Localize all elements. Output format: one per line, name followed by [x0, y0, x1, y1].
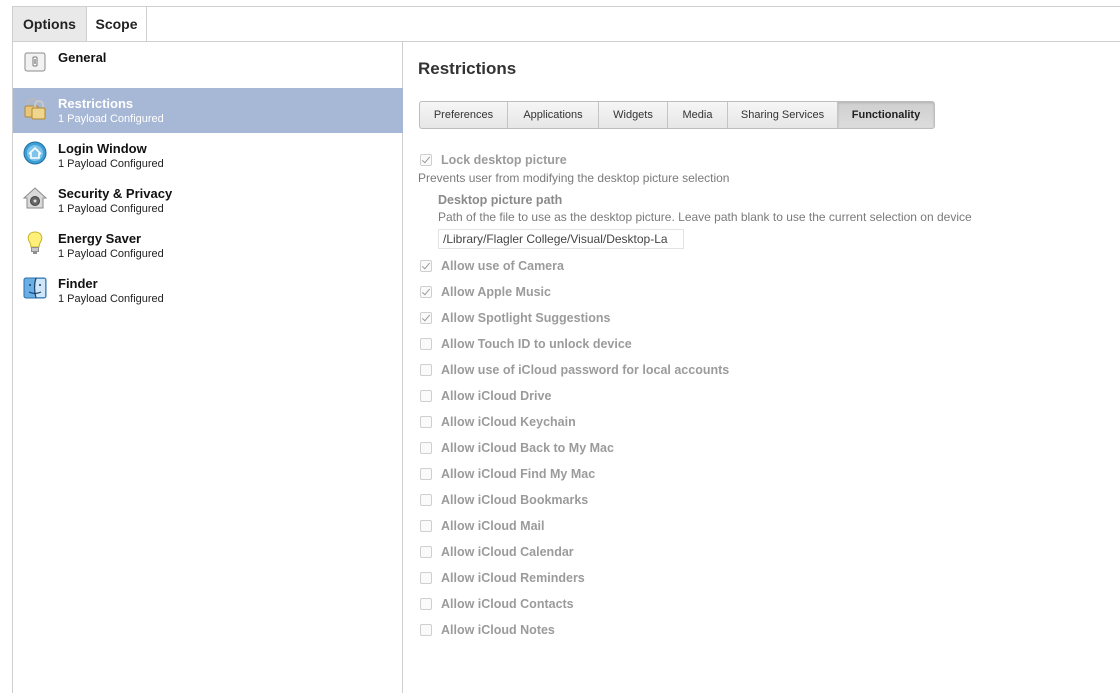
lock-desktop-picture-checkbox[interactable] [420, 154, 432, 166]
option-row: Allow iCloud Keychain [420, 413, 576, 431]
tab-applications[interactable]: Applications [508, 102, 599, 128]
restriction-tabs: Preferences Applications Widgets Media S… [419, 101, 935, 129]
option-checkbox[interactable] [420, 546, 432, 558]
sidebar-item-title: Restrictions [58, 96, 134, 111]
sidebar-item-finder[interactable]: Finder 1 Payload Configured [13, 268, 403, 313]
option-checkbox[interactable] [420, 286, 432, 298]
option-row: Allow Touch ID to unlock device [420, 335, 632, 353]
option-checkbox[interactable] [420, 416, 432, 428]
checkbox-label: Allow iCloud Drive [441, 389, 552, 403]
sidebar-item-title: Security & Privacy [58, 186, 173, 201]
option-row: Allow iCloud Notes [420, 621, 555, 639]
top-tab-bar: Options Scope [12, 6, 1120, 42]
option-row: Allow iCloud Mail [420, 517, 544, 535]
option-checkbox[interactable] [420, 598, 432, 610]
tab-scope[interactable]: Scope [87, 7, 147, 41]
sidebar-item-title: General [58, 50, 107, 65]
desktop-path-description: Path of the file to use as the desktop p… [438, 210, 972, 224]
option-checkbox[interactable] [420, 260, 432, 272]
sidebar-item-title: Energy Saver [58, 231, 142, 246]
option-row: Allow iCloud Find My Mac [420, 465, 595, 483]
option-checkbox[interactable] [420, 390, 432, 402]
sidebar-item-title: Login Window [58, 141, 147, 156]
checkbox-label: Allow iCloud Reminders [441, 571, 585, 585]
option-checkbox[interactable] [420, 520, 432, 532]
sidebar-item-restrictions[interactable]: Restrictions 1 Payload Configured [13, 88, 403, 133]
option-checkbox[interactable] [420, 312, 432, 324]
option-row: Allow iCloud Back to My Mac [420, 439, 614, 457]
lock-desktop-description: Prevents user from modifying the desktop… [418, 171, 730, 185]
sidebar-item-subtitle: 1 Payload Configured [58, 158, 164, 170]
option-checkbox[interactable] [420, 624, 432, 636]
lock-desktop-picture-row: Lock desktop picture [420, 151, 567, 169]
tab-preferences[interactable]: Preferences [420, 102, 508, 128]
sidebar-item-subtitle: 1 Payload Configured [58, 203, 164, 215]
checkbox-label: Allow use of Camera [441, 259, 564, 273]
checkbox-label: Lock desktop picture [441, 153, 567, 167]
checkbox-label: Allow use of iCloud password for local a… [441, 363, 730, 377]
option-row: Allow iCloud Reminders [420, 569, 585, 587]
checkbox-label: Allow iCloud Keychain [441, 415, 576, 429]
lightbulb-icon [23, 231, 47, 255]
sidebar-item-energy-saver[interactable]: Energy Saver 1 Payload Configured [13, 223, 403, 268]
login-window-icon [23, 141, 47, 165]
desktop-path-input[interactable] [438, 229, 684, 249]
checkbox-label: Allow Touch ID to unlock device [441, 337, 632, 351]
page-title: Restrictions [418, 59, 517, 78]
sidebar-item-title: Finder [58, 276, 98, 291]
tab-options[interactable]: Options [13, 7, 87, 41]
option-checkbox[interactable] [420, 468, 432, 480]
sidebar-item-subtitle: 1 Payload Configured [58, 248, 164, 260]
checkbox-label: Allow iCloud Find My Mac [441, 467, 596, 481]
tab-media[interactable]: Media [668, 102, 728, 128]
tab-widgets[interactable]: Widgets [599, 102, 668, 128]
option-row: Allow iCloud Bookmarks [420, 491, 588, 509]
checkbox-label: Allow iCloud Notes [441, 623, 555, 637]
sidebar-item-login-window[interactable]: Login Window 1 Payload Configured [13, 133, 403, 178]
option-row: Allow Spotlight Suggestions [420, 309, 610, 327]
option-row: Allow iCloud Calendar [420, 543, 574, 561]
option-row: Allow use of Camera [420, 257, 564, 275]
general-icon [23, 50, 47, 74]
checkbox-label: Allow iCloud Bookmarks [441, 493, 589, 507]
option-row: Allow iCloud Contacts [420, 595, 574, 613]
option-checkbox[interactable] [420, 338, 432, 350]
option-row: Allow use of iCloud password for local a… [420, 361, 729, 379]
option-checkbox[interactable] [420, 364, 432, 376]
sidebar-item-subtitle: 1 Payload Configured [58, 293, 164, 305]
desktop-path-title: Desktop picture path [438, 193, 563, 207]
tab-sharing-services[interactable]: Sharing Services [728, 102, 838, 128]
payload-sidebar: General Restrictions 1 Payload Configure… [12, 42, 403, 693]
option-checkbox[interactable] [420, 572, 432, 584]
sidebar-item-security-privacy[interactable]: Security & Privacy 1 Payload Configured [13, 178, 403, 223]
sidebar-item-subtitle: 1 Payload Configured [58, 113, 164, 125]
restrictions-panel: Restrictions Preferences Applications Wi… [404, 42, 1120, 693]
checkbox-label: Allow iCloud Back to My Mac [441, 441, 614, 455]
finder-icon [23, 276, 47, 300]
checkbox-label: Allow iCloud Calendar [441, 545, 574, 559]
checkbox-label: Allow iCloud Contacts [441, 597, 574, 611]
option-checkbox[interactable] [420, 442, 432, 454]
option-row: Allow Apple Music [420, 283, 551, 301]
option-checkbox[interactable] [420, 494, 432, 506]
option-row: Allow iCloud Drive [420, 387, 551, 405]
checkbox-label: Allow Spotlight Suggestions [441, 311, 611, 325]
sidebar-item-general[interactable]: General [13, 42, 403, 87]
checkbox-label: Allow iCloud Mail [441, 519, 545, 533]
checkbox-label: Allow Apple Music [441, 285, 551, 299]
security-privacy-icon [22, 186, 48, 210]
lock-icon [23, 96, 47, 120]
tab-functionality[interactable]: Functionality [838, 102, 934, 128]
